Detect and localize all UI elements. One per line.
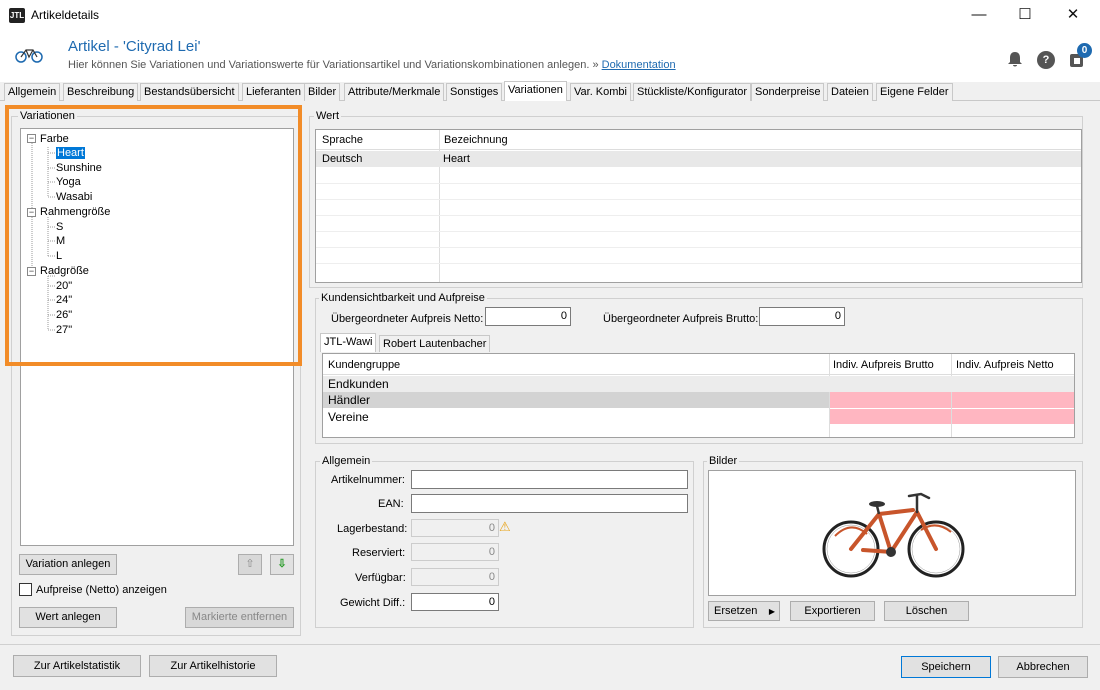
cell-pink[interactable]: [830, 392, 951, 408]
wert-grid-header: [316, 130, 1081, 150]
tab-bestandsuebersicht[interactable]: Bestandsübersicht: [140, 83, 239, 101]
lagerbestand-field: 0: [411, 519, 499, 537]
cell-vereine: Vereine: [328, 410, 369, 424]
tab-jtl-wawi[interactable]: JTL-Wawi: [320, 333, 377, 352]
replace-dropdown[interactable]: Ersetzen ▶: [708, 601, 780, 621]
cancel-button[interactable]: Abbrechen: [998, 656, 1088, 678]
minimize-button[interactable]: —: [956, 0, 1002, 30]
cell-bezeichnung[interactable]: Heart: [443, 153, 470, 165]
table-row[interactable]: [323, 392, 829, 408]
delete-button[interactable]: Löschen: [884, 601, 969, 621]
move-up-icon[interactable]: ⇧: [238, 554, 262, 575]
tab-allgemein[interactable]: Allgemein: [4, 83, 61, 101]
help-icon[interactable]: ?: [1037, 51, 1055, 69]
highlight-box: [5, 105, 302, 366]
documentation-link[interactable]: Dokumentation: [602, 59, 676, 71]
aufpreis-brutto-input[interactable]: 0: [759, 307, 845, 326]
verfuegbar-label: Verfügbar:: [355, 572, 406, 584]
tab-robert-lautenbacher[interactable]: Robert Lautenbacher: [379, 335, 491, 352]
tab-sonstiges[interactable]: Sonstiges: [446, 83, 503, 101]
header: Artikel - 'Cityrad Lei' Hier können Sie …: [0, 30, 1100, 82]
maximize-button[interactable]: ☐: [1002, 0, 1048, 30]
ean-input[interactable]: [411, 494, 688, 513]
bicycle-image: [822, 492, 965, 578]
title-bar: JTL Artikeldetails — ☐ ✕: [0, 0, 1100, 30]
remove-marked-button[interactable]: Markierte entfernen: [185, 607, 294, 628]
add-value-button[interactable]: Wert anlegen: [19, 607, 117, 628]
save-button[interactable]: Speichern: [901, 656, 991, 678]
close-button[interactable]: ✕: [1050, 0, 1096, 30]
aufpreis-netto-input[interactable]: 0: [485, 307, 571, 326]
verfuegbar-field: 0: [411, 568, 499, 586]
row-divider: [316, 247, 1081, 248]
dropdown-arrow-icon: ▶: [768, 607, 775, 616]
gewicht-label: Gewicht Diff.:: [340, 597, 406, 609]
add-variation-button[interactable]: Variation anlegen: [19, 554, 117, 575]
bilder-label: Bilder: [707, 455, 740, 467]
row-divider: [316, 231, 1081, 232]
page-subtitle: Hier können Sie Variationen und Variatio…: [68, 59, 676, 71]
tab-attribute-merkmale[interactable]: Attribute/Merkmale: [344, 83, 445, 101]
kunden-grid[interactable]: Kundengruppe Indiv. Aufpreis Brutto Indi…: [322, 353, 1075, 438]
tab-dateien[interactable]: Dateien: [827, 83, 873, 101]
column-header-netto: Indiv. Aufpreis Netto: [956, 359, 1054, 371]
column-header-brutto: Indiv. Aufpreis Brutto: [833, 359, 934, 371]
tab-sonderpreise[interactable]: Sonderpreise: [751, 83, 825, 101]
article-history-button[interactable]: Zur Artikelhistorie: [149, 655, 277, 677]
notification-badge: 0: [1077, 43, 1092, 58]
show-prices-checkbox[interactable]: [19, 583, 32, 596]
tab-beschreibung[interactable]: Beschreibung: [63, 83, 139, 101]
table-row[interactable]: [316, 151, 1081, 167]
column-header-bezeichnung: Bezeichnung: [444, 134, 508, 146]
ean-label: EAN:: [378, 498, 404, 510]
gewicht-input[interactable]: 0: [411, 593, 499, 611]
column-header-kundengruppe: Kundengruppe: [328, 359, 401, 371]
cell-sprache: Deutsch: [322, 153, 363, 165]
tab-lieferanten[interactable]: Lieferanten: [242, 83, 306, 101]
tab-eigene-felder[interactable]: Eigene Felder: [876, 83, 953, 101]
brutto-label: Übergeordneter Aufpreis Brutto:: [603, 313, 759, 325]
export-button[interactable]: Exportieren: [790, 601, 875, 621]
cell-pink[interactable]: [830, 409, 951, 424]
row-divider: [316, 215, 1081, 216]
warning-icon: ⚠: [499, 519, 511, 534]
cell-pink[interactable]: [952, 409, 1074, 424]
row-divider: [316, 263, 1081, 264]
cell-haendler: Händler: [328, 393, 371, 407]
bicycle-icon: [15, 49, 43, 63]
wert-label: Wert: [314, 110, 342, 122]
artikelnummer-input[interactable]: [411, 470, 688, 489]
kunden-label: Kundensichtbarkeit und Aufpreise: [319, 292, 487, 304]
bell-icon[interactable]: [1006, 50, 1024, 68]
table-row[interactable]: [323, 376, 1074, 392]
tab-var-kombi[interactable]: Var. Kombi: [570, 83, 631, 101]
reserviert-label: Reserviert:: [352, 547, 406, 559]
show-prices-label: Aufpreise (Netto) anzeigen: [36, 584, 167, 596]
cell-pink[interactable]: [952, 392, 1074, 408]
wert-grid[interactable]: Sprache Bezeichnung Deutsch Heart: [315, 129, 1082, 283]
product-image[interactable]: [708, 470, 1076, 596]
cell-endkunden: Endkunden: [328, 377, 389, 391]
window-title: Artikeldetails: [31, 8, 100, 22]
article-statistics-button[interactable]: Zur Artikelstatistik: [13, 655, 141, 677]
tab-stueckliste[interactable]: Stückliste/Konfigurator: [633, 83, 752, 101]
allgemein-label: Allgemein: [320, 455, 373, 467]
row-divider: [316, 199, 1081, 200]
lagerbestand-label: Lagerbestand:: [337, 523, 408, 535]
tab-bar: Allgemein Beschreibung Bestandsübersicht…: [0, 81, 1100, 102]
page-title: Artikel - 'Cityrad Lei': [68, 38, 201, 55]
netto-label: Übergeordneter Aufpreis Netto:: [331, 313, 484, 325]
tab-variationen[interactable]: Variationen: [504, 81, 567, 102]
artikelnummer-label: Artikelnummer:: [331, 474, 405, 486]
tab-bilder[interactable]: Bilder: [304, 83, 341, 101]
move-down-icon[interactable]: ⇩: [270, 554, 294, 575]
app-logo-icon: JTL: [9, 8, 25, 23]
row-divider: [316, 183, 1081, 184]
reserviert-field: 0: [411, 543, 499, 561]
column-header-sprache: Sprache: [322, 134, 363, 146]
